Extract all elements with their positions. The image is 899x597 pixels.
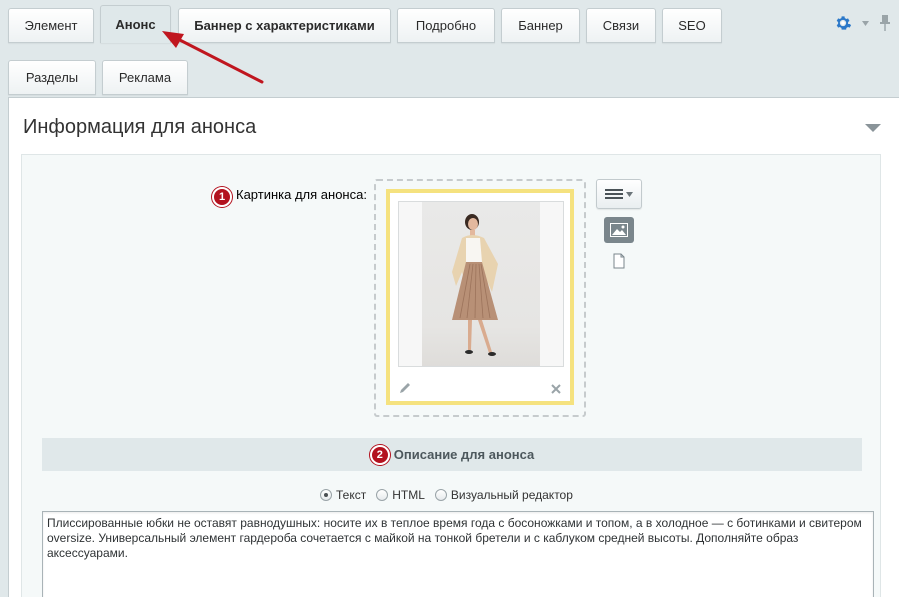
product-photo <box>422 202 540 366</box>
tab-label: Связи <box>602 18 640 33</box>
picture-menu-button[interactable] <box>596 179 642 209</box>
image-preview[interactable] <box>398 201 564 367</box>
tab-label: SEO <box>678 18 706 33</box>
radio-visual-editor[interactable]: Визуальный редактор <box>434 488 573 502</box>
description-mode-switch: Текст HTML Визуальный редактор <box>320 488 573 502</box>
description-header-label: Описание для анонса <box>393 447 535 462</box>
tab-content: Информация для анонса 1 Картинка для ано… <box>8 97 899 597</box>
chevron-down-icon <box>626 191 633 197</box>
tab-banner-characteristics[interactable]: Баннер с характеристиками <box>178 8 391 43</box>
image-mode-button[interactable] <box>604 217 634 243</box>
collapse-arrow-icon[interactable] <box>865 124 881 132</box>
tab-label: Разделы <box>25 70 79 85</box>
file-icon[interactable] <box>612 253 626 269</box>
tab-ads[interactable]: Реклама <box>102 60 188 95</box>
tab-label: Баннер с характеристиками <box>194 18 375 33</box>
step-badge-1: 1 <box>212 187 232 207</box>
radio-text[interactable]: Текст <box>320 488 366 502</box>
radio-label: HTML <box>392 488 425 502</box>
tab-links[interactable]: Связи <box>586 8 656 43</box>
tab-details[interactable]: Подробно <box>397 8 495 43</box>
radio-dot[interactable] <box>376 489 389 501</box>
preview-picture-label: Картинка для анонса: <box>236 187 367 202</box>
tab-label: Реклама <box>118 70 172 85</box>
radio-dot[interactable] <box>320 489 332 501</box>
image-frame <box>386 189 574 405</box>
radio-label: Визуальный редактор <box>450 488 573 502</box>
description-header: 2 Описание для анонса <box>42 438 862 471</box>
tab-label: Элемент <box>24 18 78 33</box>
chevron-down-icon[interactable] <box>862 20 869 26</box>
section-title: Информация для анонса <box>23 116 257 138</box>
radio-dot[interactable] <box>434 489 447 501</box>
radio-label: Текст <box>336 488 367 502</box>
hamburger-icon <box>605 189 623 199</box>
tab-seo[interactable]: SEO <box>662 8 722 43</box>
tab-anons[interactable]: Анонс <box>100 5 171 43</box>
description-textarea[interactable]: Плиссированные юбки не оставят равнодушн… <box>42 511 874 597</box>
tab-label: Анонс <box>115 17 156 32</box>
edit-pencil-icon[interactable] <box>398 381 412 395</box>
image-icon <box>610 223 628 237</box>
tab-sections[interactable]: Разделы <box>8 60 96 95</box>
tab-label: Баннер <box>518 18 563 33</box>
anons-panel: 1 Картинка для анонса: 2 Описание для ан… <box>21 154 881 597</box>
tab-tools <box>834 14 891 32</box>
step-badge-2: 2 <box>369 444 390 465</box>
pin-icon[interactable] <box>879 14 891 32</box>
gear-icon[interactable] <box>834 14 852 32</box>
delete-x-icon[interactable] <box>550 383 562 395</box>
radio-html[interactable]: HTML <box>376 488 425 502</box>
tab-banner[interactable]: Баннер <box>501 8 580 43</box>
tab-label: Подробно <box>415 18 477 33</box>
tab-element[interactable]: Элемент <box>8 8 94 43</box>
preview-picture-dropzone[interactable] <box>374 179 586 417</box>
